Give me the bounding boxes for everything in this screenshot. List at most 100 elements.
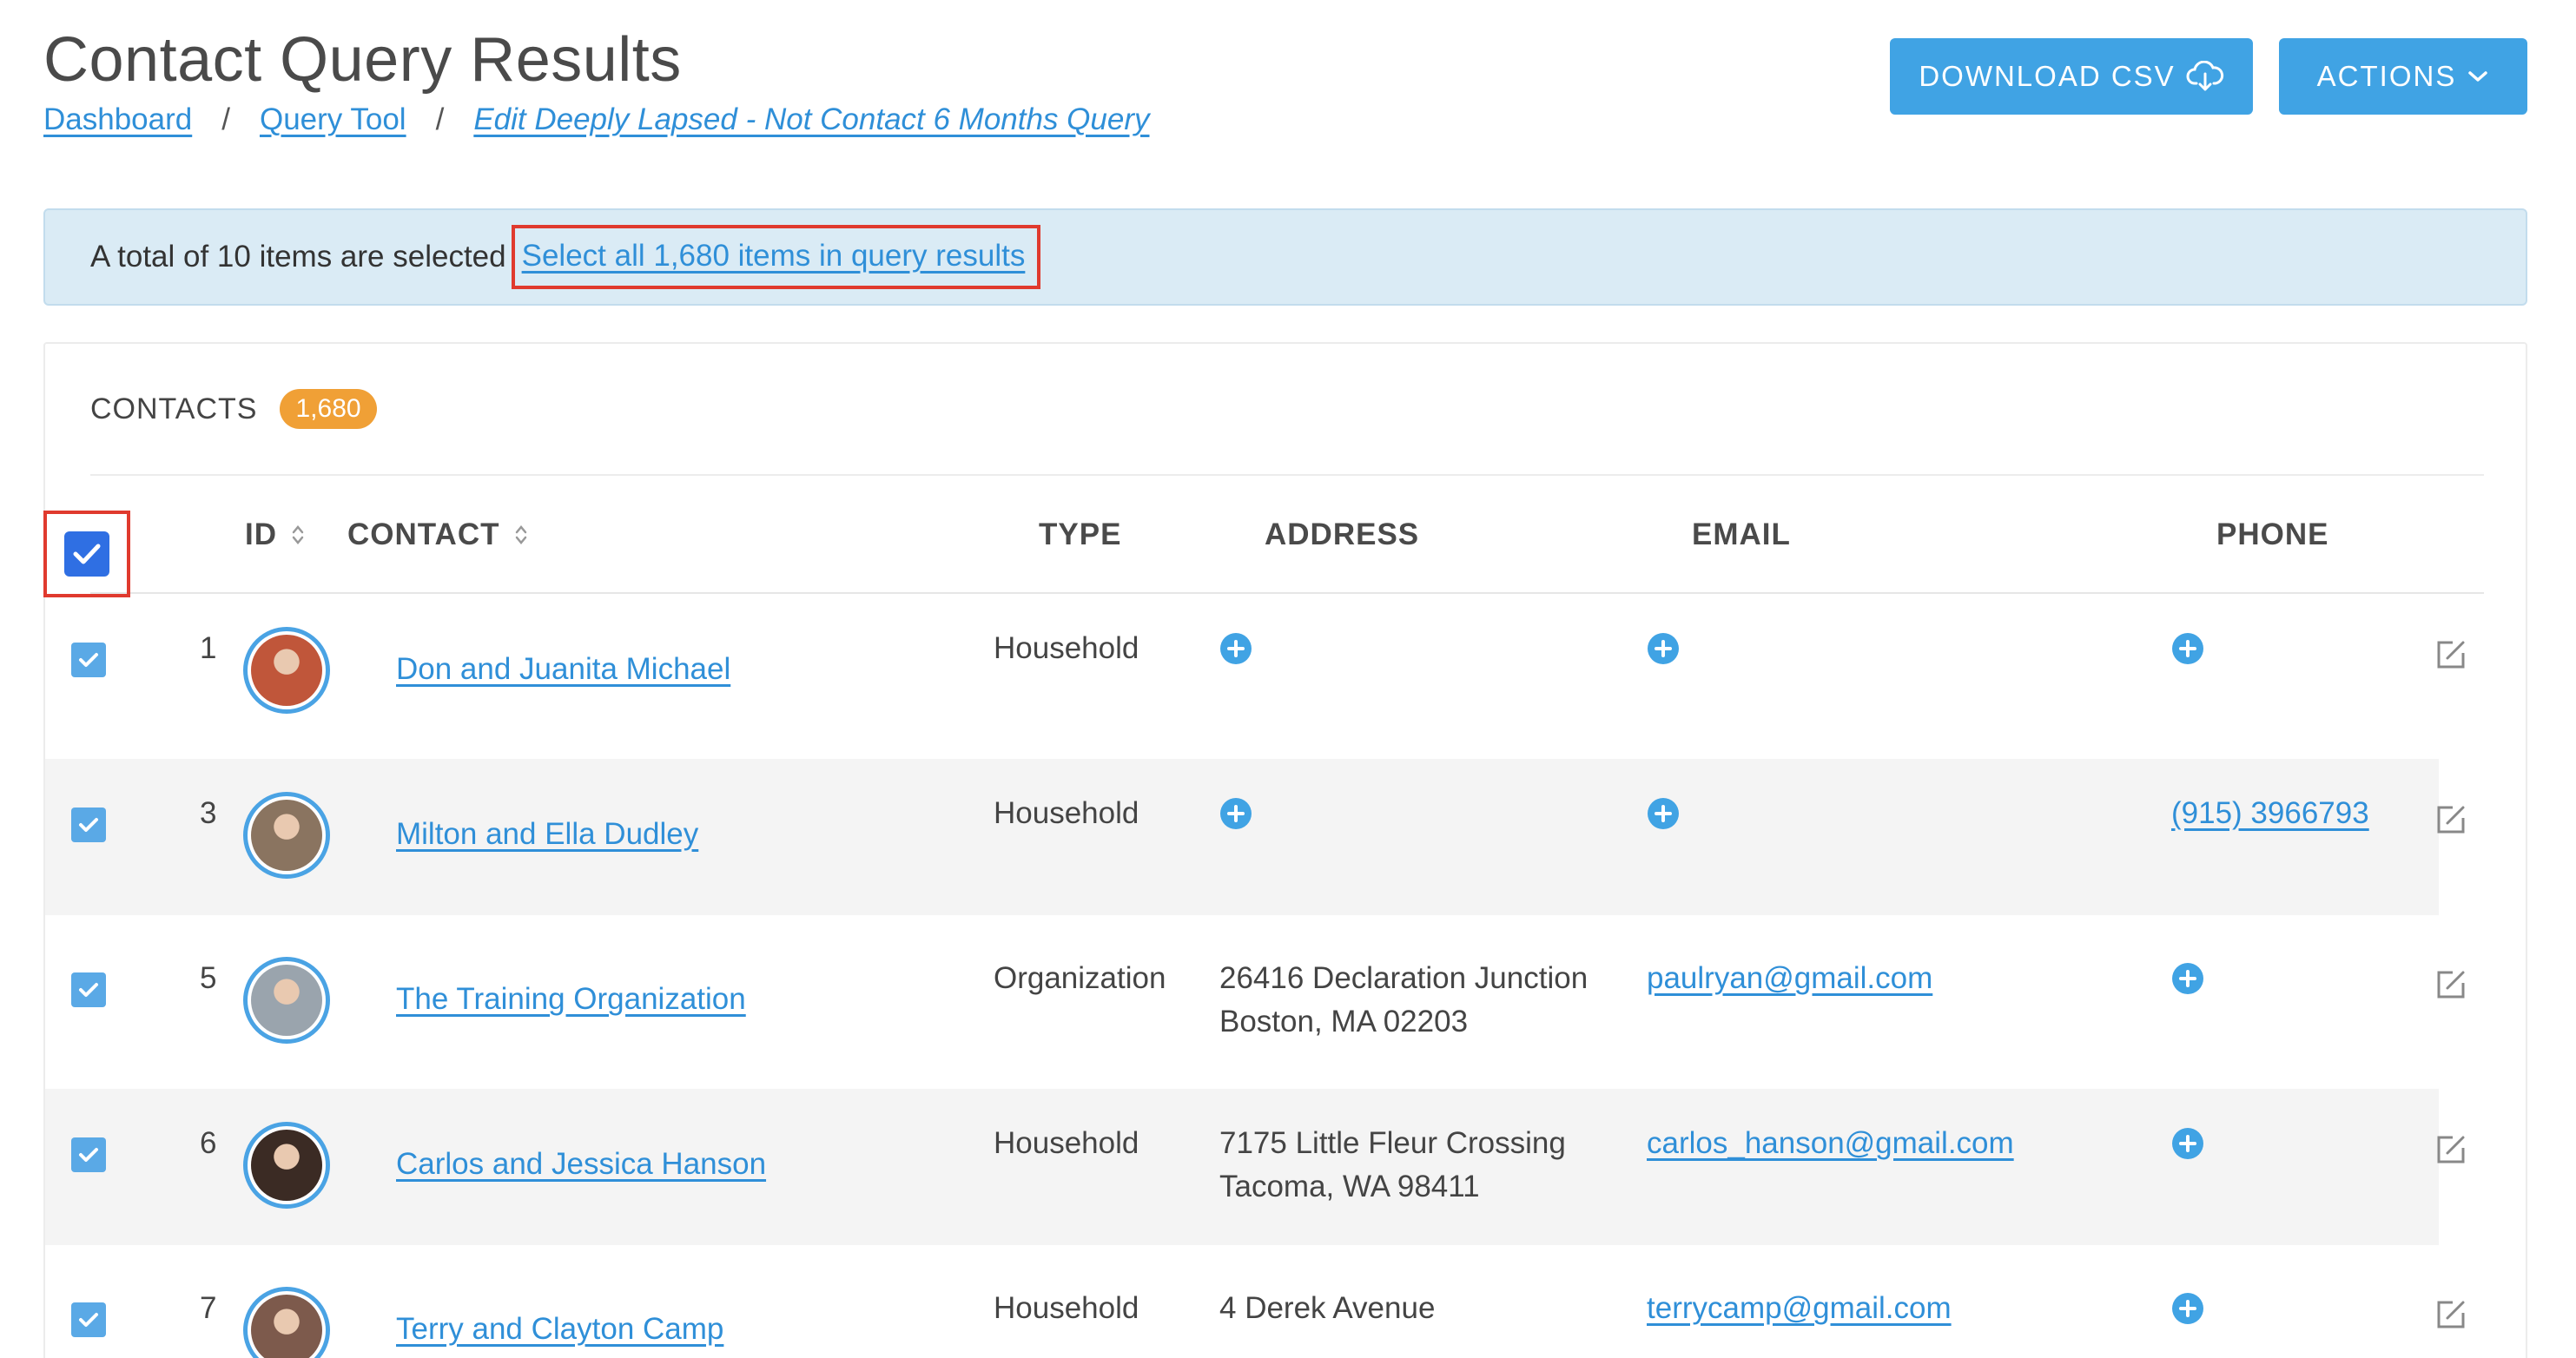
add-phone-icon[interactable] [2171,1127,2204,1160]
breadcrumb-separator: / [221,102,230,136]
add-email-icon[interactable] [1647,797,1680,830]
contact-name-link[interactable]: Carlos and Jessica Hanson [396,1147,766,1181]
sort-icon [514,524,528,546]
avatar-photo [251,965,322,1036]
row-phone: (915) 3966793 [2171,792,2369,835]
row-address: 4 Derek Avenue [1219,1287,1435,1330]
contact-avatar[interactable] [243,1122,330,1209]
edit-icon[interactable] [2434,967,2468,1002]
page-title: Contact Query Results [43,25,682,95]
contacts-count-badge: 1,680 [280,389,377,429]
avatar-photo [251,635,322,706]
add-phone-icon[interactable] [2171,632,2204,665]
check-icon [79,653,98,667]
email-link[interactable]: carlos_hanson@gmail.com [1647,1126,2014,1160]
table-row: 3 Milton and Ella Dudley Household (915)… [45,759,2465,915]
row-checkbox[interactable] [71,808,106,842]
row-id: 5 [200,961,217,995]
row-email: carlos_hanson@gmail.com [1647,1122,2014,1165]
contact-avatar[interactable] [243,1287,330,1358]
edit-icon[interactable] [2434,1297,2468,1332]
contacts-header: CONTACTS 1,680 [90,389,377,429]
column-header-type: TYPE [1039,517,1122,551]
select-all-highlight: Select all 1,680 items in query results [511,225,1041,289]
selection-alert: A total of 10 items are selected Select … [43,208,2527,306]
row-email: terrycamp@gmail.com [1647,1287,1952,1330]
row-type: Household [994,1126,1139,1160]
download-csv-label: DOWNLOAD CSV [1919,60,2176,92]
address-line-1: 7175 Little Fleur Crossing [1219,1126,1566,1160]
table-header: ID CONTACT TYPE ADDRESS EMAIL PHONE [90,476,2484,594]
edit-icon[interactable] [2434,802,2468,837]
breadcrumb: Dashboard / Query Tool / Edit Deeply Lap… [43,102,1149,137]
address-line-1: 4 Derek Avenue [1219,1291,1436,1325]
address-line-2: Tacoma, WA 98411 [1219,1170,1480,1203]
column-header-contact[interactable]: CONTACT [347,476,528,594]
add-phone-icon[interactable] [2171,962,2204,995]
avatar-photo [251,800,322,871]
row-checkbox[interactable] [71,1137,106,1172]
check-icon [79,1148,98,1162]
row-id: 6 [200,1126,217,1160]
row-type: Household [994,796,1139,830]
add-address-icon[interactable] [1219,797,1252,830]
contact-name-link[interactable]: Milton and Ella Dudley [396,817,698,851]
row-id: 1 [200,631,217,665]
breadcrumb-edit-query[interactable]: Edit Deeply Lapsed - Not Contact 6 Month… [473,102,1149,137]
row-id: 3 [200,796,217,830]
select-all-checkbox-highlight [43,511,130,597]
row-address: 26416 Declaration Junction Boston, MA 02… [1219,957,1588,1044]
check-icon [79,818,98,832]
check-icon [73,544,101,564]
contact-avatar[interactable] [243,957,330,1044]
email-link[interactable]: paulryan@gmail.com [1647,961,1932,995]
check-icon [79,1313,98,1327]
edit-icon[interactable] [2434,637,2468,672]
avatar-photo [251,1295,322,1358]
contact-name-link[interactable]: The Training Organization [396,982,746,1016]
select-all-checkbox[interactable] [64,531,109,577]
phone-link[interactable]: (915) 3966793 [2171,796,2369,830]
row-checkbox[interactable] [71,643,106,677]
contact-avatar[interactable] [243,792,330,879]
download-csv-button[interactable]: DOWNLOAD CSV [1890,38,2253,115]
breadcrumb-separator: / [435,102,445,136]
email-link[interactable]: terrycamp@gmail.com [1647,1291,1952,1325]
row-id: 7 [200,1291,217,1325]
contact-avatar[interactable] [243,627,330,714]
select-all-link[interactable]: Select all 1,680 items in query results [522,239,1026,274]
check-icon [79,983,98,997]
table-row: 6 Carlos and Jessica Hanson Household 71… [45,1089,2465,1245]
avatar-photo [251,1130,322,1201]
contacts-title: CONTACTS [90,392,258,425]
cloud-download-icon [2186,61,2223,91]
row-checkbox[interactable] [71,972,106,1007]
chevron-down-icon [2468,71,2488,82]
selection-count-text: A total of 10 items are selected [90,240,506,274]
breadcrumb-query-tool[interactable]: Query Tool [260,102,406,137]
column-header-id[interactable]: ID [245,476,305,594]
contact-name-link[interactable]: Don and Juanita Michael [396,652,730,686]
edit-icon[interactable] [2434,1132,2468,1167]
address-line-1: 26416 Declaration Junction [1219,961,1589,995]
row-email: paulryan@gmail.com [1647,957,1932,1000]
add-address-icon[interactable] [1219,632,1252,665]
breadcrumb-dashboard[interactable]: Dashboard [43,102,192,137]
column-header-email: EMAIL [1692,517,1791,551]
address-line-2: Boston, MA 02203 [1219,1005,1469,1038]
table-row: 7 Terry and Clayton Camp Household 4 Der… [45,1254,2465,1358]
sort-icon [291,524,305,546]
actions-label: ACTIONS [2316,60,2457,92]
contact-name-link[interactable]: Terry and Clayton Camp [396,1312,723,1346]
column-header-phone: PHONE [2216,517,2329,551]
column-header-address: ADDRESS [1265,517,1420,551]
row-checkbox[interactable] [71,1302,106,1337]
table-row: 5 The Training Organization Organization… [45,924,2465,1080]
row-type: Organization [994,961,1166,995]
actions-button[interactable]: ACTIONS [2279,38,2527,115]
row-type: Household [994,1291,1139,1325]
add-email-icon[interactable] [1647,632,1680,665]
add-phone-icon[interactable] [2171,1292,2204,1325]
table-row: 1 Don and Juanita Michael Household [45,594,2465,750]
row-type: Household [994,631,1139,665]
